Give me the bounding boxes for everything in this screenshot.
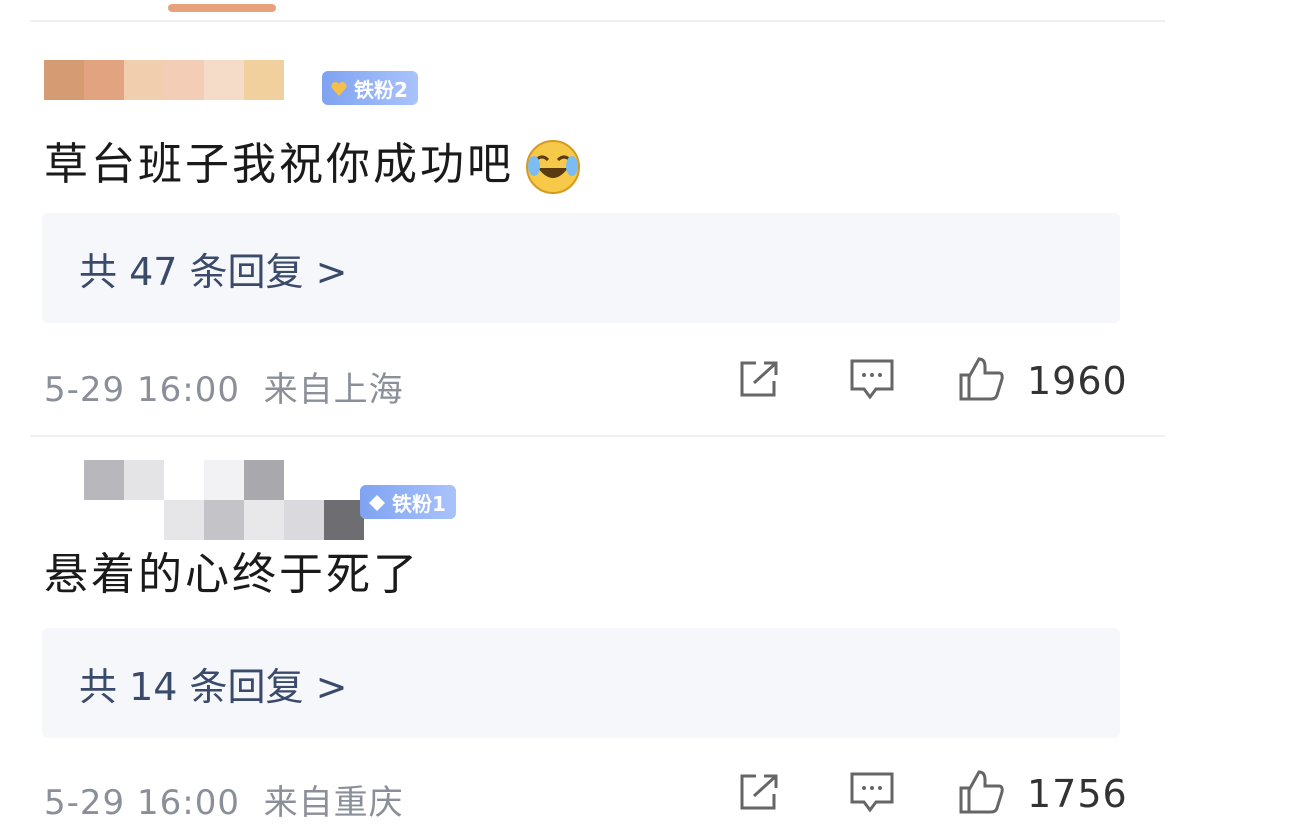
username-pixelated[interactable] (84, 460, 364, 540)
top-accent-bar (168, 4, 276, 12)
divider (30, 435, 1165, 437)
comment-text-content: 草台班子我祝你成功吧 (44, 139, 514, 190)
thumbs-up-icon (957, 768, 1005, 820)
comment-text-content: 悬着的心终于死了 (44, 549, 420, 600)
reply-button[interactable] (850, 359, 894, 405)
like-button[interactable]: 1960 (957, 355, 1128, 407)
view-replies-button[interactable]: 共 47 条回复 > (42, 213, 1120, 323)
share-button[interactable] (738, 772, 782, 816)
share-icon (738, 772, 782, 816)
comment-meta: 5-29 16:00 来自重庆 (44, 775, 404, 824)
comment-text: 草台班子我祝你成功吧 (44, 138, 582, 196)
comment-text: 悬着的心终于死了 (44, 553, 420, 597)
comment-meta: 5-29 16:00 来自上海 (44, 362, 404, 411)
like-count: 1756 (1027, 772, 1128, 816)
comment-time: 5-29 16:00 (44, 370, 240, 410)
divider (30, 20, 1165, 22)
badge-label: 铁粉1 (392, 491, 446, 516)
comment-location: 来自上海 (263, 370, 404, 410)
comment-location: 来自重庆 (263, 783, 404, 823)
badge-diamond-icon (368, 493, 386, 511)
reply-button[interactable] (850, 772, 894, 818)
comment-icon (850, 359, 894, 405)
like-count: 1960 (1027, 359, 1128, 403)
share-icon (738, 359, 782, 403)
badge-label: 铁粉2 (354, 77, 408, 102)
thumbs-up-icon (957, 355, 1005, 407)
view-replies-label: 共 14 条回复 > (79, 664, 348, 709)
view-replies-label: 共 47 条回复 > (79, 249, 348, 294)
badge-heart-icon (330, 79, 348, 97)
comment-time: 5-29 16:00 (44, 783, 240, 823)
fan-badge[interactable]: 铁粉1 (360, 485, 456, 519)
share-button[interactable] (738, 359, 782, 403)
like-button[interactable]: 1756 (957, 768, 1128, 820)
laugh-cry-emoji (524, 138, 582, 196)
fan-badge[interactable]: 铁粉2 (322, 71, 418, 105)
comment-icon (850, 772, 894, 818)
view-replies-button[interactable]: 共 14 条回复 > (42, 628, 1120, 738)
username-pixelated[interactable] (44, 60, 324, 100)
